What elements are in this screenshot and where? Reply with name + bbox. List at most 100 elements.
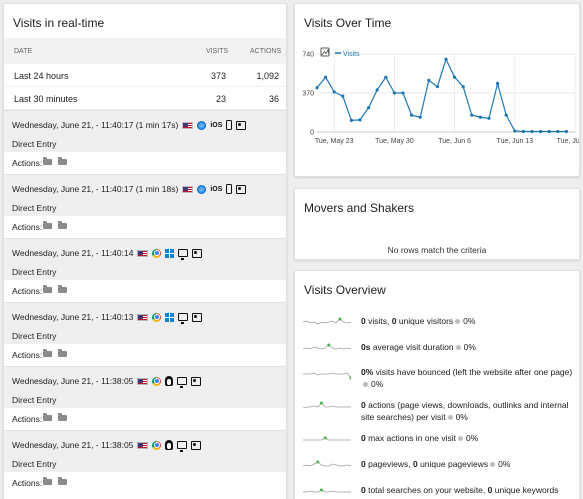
y-tick-label: 740 — [302, 52, 314, 59]
visit-row[interactable]: Wednesday, June 21, - 11:38:05 Direct Ent… — [4, 366, 286, 408]
data-point[interactable] — [332, 90, 336, 94]
data-point[interactable] — [487, 116, 491, 120]
chrome-icon[interactable] — [152, 312, 162, 322]
sparkline[interactable] — [303, 399, 351, 415]
data-point[interactable] — [367, 106, 371, 110]
smartphone-icon[interactable] — [226, 184, 233, 194]
visit-time-line: Wednesday, June 21, - 11:40:17 (1 min 18… — [12, 184, 247, 194]
desktop-icon[interactable] — [178, 249, 189, 260]
chrome-icon[interactable] — [152, 248, 162, 258]
data-point[interactable] — [461, 85, 465, 89]
visit-time-line: Wednesday, June 21, - 11:40:17 (1 min 17… — [12, 120, 247, 130]
desktop-icon[interactable] — [177, 377, 188, 388]
chrome-icon[interactable] — [152, 440, 162, 450]
folder-icon[interactable] — [43, 221, 52, 229]
folder-icon[interactable] — [43, 285, 52, 293]
data-point[interactable] — [375, 88, 379, 92]
us-flag-icon[interactable] — [137, 249, 149, 257]
data-point[interactable] — [410, 113, 414, 117]
data-point[interactable] — [564, 129, 568, 134]
us-flag-icon[interactable] — [137, 377, 149, 385]
desktop-icon[interactable] — [177, 441, 188, 452]
visitor-profile-icon[interactable] — [191, 376, 202, 386]
us-flag-icon[interactable] — [137, 441, 149, 449]
data-point[interactable] — [470, 113, 474, 117]
visitor-profile-icon[interactable] — [192, 312, 203, 322]
row-actions: 1,092 — [256, 71, 279, 81]
us-flag-icon[interactable] — [137, 313, 149, 321]
visitor-profile-icon[interactable] — [236, 120, 247, 130]
linux-icon[interactable] — [165, 440, 174, 450]
folder-icon[interactable] — [43, 413, 52, 421]
data-point[interactable] — [341, 94, 345, 98]
folder-icon[interactable] — [43, 349, 52, 357]
data-point[interactable] — [435, 85, 439, 89]
chrome-icon[interactable] — [152, 376, 162, 386]
data-point[interactable] — [315, 86, 319, 90]
data-point[interactable] — [427, 78, 431, 82]
sparkline[interactable] — [303, 432, 351, 448]
linux-icon[interactable] — [165, 376, 174, 386]
data-point[interactable] — [349, 118, 353, 123]
data-point[interactable] — [496, 81, 500, 86]
overview-metric-text: 0 total searches on your website, 0 uniq… — [361, 485, 559, 495]
ios-icon[interactable]: iOS — [210, 186, 222, 193]
safari-icon[interactable] — [197, 184, 207, 194]
data-point[interactable] — [539, 129, 543, 134]
sparkline[interactable] — [303, 341, 351, 357]
visit-row[interactable]: Wednesday, June 21, - 11:40:17 (1 min 18… — [4, 174, 286, 216]
ios-icon[interactable]: iOS — [210, 122, 222, 129]
us-flag-icon[interactable] — [182, 121, 194, 129]
visit-row[interactable]: Wednesday, June 21, - 11:38:05 Direct Ent… — [4, 430, 286, 472]
sparkline[interactable] — [303, 366, 351, 382]
trend-dot-icon — [447, 415, 453, 420]
data-point[interactable] — [444, 57, 448, 61]
folder-icon[interactable] — [58, 285, 67, 293]
visitor-profile-icon[interactable] — [191, 440, 202, 450]
data-point[interactable] — [418, 115, 422, 119]
sparkline[interactable] — [303, 484, 351, 499]
data-point[interactable] — [504, 113, 508, 117]
data-point[interactable] — [358, 118, 362, 122]
trend-dot-icon — [455, 345, 461, 350]
visit-actions-row: Actions: — [4, 280, 286, 302]
data-point[interactable] — [478, 115, 482, 119]
folder-icon[interactable] — [58, 157, 67, 165]
legend[interactable]: Visits — [320, 47, 360, 58]
folder-icon[interactable] — [43, 477, 52, 485]
folder-icon[interactable] — [58, 349, 67, 357]
windows-icon[interactable] — [165, 312, 175, 322]
windows-icon[interactable] — [165, 248, 175, 258]
desktop-icon[interactable] — [178, 313, 189, 324]
data-point[interactable] — [392, 91, 396, 95]
data-point[interactable] — [453, 75, 457, 79]
visits-overview-widget: Visits Overview 0 visits, 0 unique visit… — [294, 270, 580, 499]
data-point[interactable] — [384, 75, 388, 79]
visit-row[interactable]: Wednesday, June 21, - 11:40:14 Direct Ent… — [4, 238, 286, 280]
folder-icon[interactable] — [58, 221, 67, 229]
data-point[interactable] — [513, 129, 517, 133]
data-point[interactable] — [401, 91, 405, 95]
visit-referrer: Direct Entry — [12, 203, 57, 213]
empty-message: No rows match the criteria — [387, 245, 487, 255]
data-point[interactable] — [556, 129, 560, 134]
data-point[interactable] — [547, 129, 551, 134]
visitor-profile-icon[interactable] — [236, 184, 247, 194]
sparkline[interactable] — [303, 315, 351, 331]
smartphone-icon[interactable] — [226, 120, 233, 130]
safari-icon[interactable] — [197, 120, 207, 130]
visits-chart[interactable]: 0 370 740 Tue, May 23 Tue, May 30 Tue, Jun 6 T… — [295, 38, 580, 177]
us-flag-icon[interactable] — [182, 185, 194, 193]
visit-time: Wednesday, June 21, - 11:40:17 (1 min 18… — [12, 184, 179, 194]
sparkline[interactable] — [303, 458, 351, 474]
folder-icon[interactable] — [58, 413, 67, 421]
folder-icon[interactable] — [43, 157, 52, 165]
data-point[interactable] — [530, 129, 534, 134]
actions-label: Actions: — [12, 222, 43, 232]
data-point[interactable] — [324, 75, 328, 79]
data-point[interactable] — [521, 129, 525, 134]
visitor-profile-icon[interactable] — [192, 248, 203, 258]
visit-row[interactable]: Wednesday, June 21, - 11:40:17 (1 min 17… — [4, 110, 286, 152]
folder-icon[interactable] — [58, 477, 67, 485]
visit-row[interactable]: Wednesday, June 21, - 11:40:13 Direct Ent… — [4, 302, 286, 344]
